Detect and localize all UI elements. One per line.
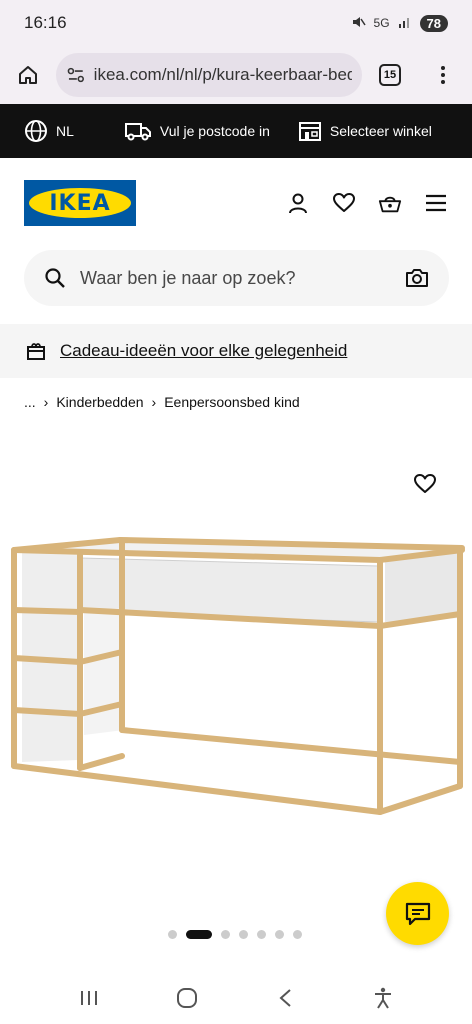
carousel-dot[interactable]: [168, 930, 177, 939]
tabs-icon: 15: [379, 64, 401, 86]
status-time: 16:16: [24, 13, 67, 32]
system-back-button[interactable]: [265, 978, 305, 1018]
product-favorite-button[interactable]: [414, 474, 440, 500]
home-button[interactable]: [0, 46, 56, 104]
search-icon: [45, 268, 65, 288]
home-icon: [19, 66, 37, 84]
search-input[interactable]: [80, 267, 405, 289]
basket-icon: [378, 196, 402, 213]
promo-banner[interactable]: Cadeau-ideeën voor elke gelegenheid: [0, 324, 472, 378]
chat-button[interactable]: [386, 882, 449, 945]
breadcrumb-ellipsis[interactable]: ...: [24, 394, 36, 410]
carousel-dot-active[interactable]: [186, 930, 212, 939]
store-selector[interactable]: Selecteer winkel: [298, 120, 432, 142]
logo-text: IKEA: [49, 190, 111, 216]
status-indicators: 5G 78: [350, 14, 448, 33]
heart-icon: [333, 193, 355, 212]
mute-icon: [350, 14, 366, 33]
accessibility-icon: [375, 987, 391, 1009]
carousel-dot[interactable]: [257, 930, 266, 939]
address-bar[interactable]: ikea.com/nl/nl/p/kura-keerbaar-bed: [56, 53, 362, 97]
carousel-indicator: [168, 930, 302, 939]
breadcrumb: ... › Kinderbedden › Eenpersoonsbed kind: [24, 394, 300, 410]
hamburger-icon: [426, 194, 446, 212]
menu-button[interactable]: [424, 191, 448, 215]
logo-ellipse: IKEA: [29, 188, 131, 218]
site-header: IKEA: [0, 158, 472, 248]
browser-menu-button[interactable]: [418, 46, 468, 104]
system-home-button[interactable]: [167, 978, 207, 1018]
system-nav-bar: [0, 972, 472, 1024]
utility-bar: NL Vul je postcode in Selecteer winkel: [0, 104, 472, 158]
site-settings-icon[interactable]: [66, 65, 86, 85]
browser-toolbar: ikea.com/nl/nl/p/kura-keerbaar-bed 15: [0, 46, 472, 104]
more-vert-icon: [441, 66, 445, 84]
tabs-button[interactable]: 15: [362, 46, 418, 104]
globe-icon: [25, 120, 47, 142]
url-text[interactable]: ikea.com/nl/nl/p/kura-keerbaar-bed: [94, 65, 352, 85]
favorites-button[interactable]: [332, 191, 356, 215]
carousel-dot[interactable]: [293, 930, 302, 939]
search-bar[interactable]: [24, 250, 449, 306]
language-label: NL: [56, 123, 74, 139]
camera-icon[interactable]: [405, 268, 429, 288]
product-image[interactable]: [0, 530, 472, 830]
recents-button[interactable]: [69, 978, 109, 1018]
account-button[interactable]: [286, 191, 310, 215]
carousel-dot[interactable]: [221, 930, 230, 939]
chevron-right-icon: ›: [151, 394, 157, 410]
battery-indicator: 78: [419, 14, 448, 32]
status-bar: 16:16 5G 78: [0, 0, 472, 46]
postcode-label: Vul je postcode in: [159, 123, 270, 139]
recents-icon: [81, 991, 97, 1005]
network-label: 5G: [373, 16, 390, 30]
store-label: Selecteer winkel: [329, 123, 432, 139]
promo-link[interactable]: Cadeau-ideeën voor elke gelegenheid: [60, 341, 347, 361]
language-selector[interactable]: NL: [24, 119, 74, 143]
chat-icon: [405, 902, 430, 925]
gift-icon: [27, 343, 45, 360]
basket-button[interactable]: [378, 191, 402, 215]
postcode-selector[interactable]: Vul je postcode in: [124, 120, 270, 142]
signal-icon: [398, 15, 412, 32]
heart-icon: [414, 474, 436, 493]
carousel-dot[interactable]: [239, 930, 248, 939]
back-icon: [279, 989, 291, 1007]
truck-icon: [124, 123, 151, 141]
header-actions: [286, 191, 448, 215]
accessibility-button[interactable]: [363, 978, 403, 1018]
breadcrumb-item[interactable]: Kinderbedden: [56, 394, 143, 410]
chevron-right-icon: ›: [43, 394, 49, 410]
store-icon: [298, 122, 321, 141]
user-icon: [289, 193, 307, 214]
carousel-dot[interactable]: [275, 930, 284, 939]
ikea-logo[interactable]: IKEA: [24, 180, 136, 226]
breadcrumb-item[interactable]: Eenpersoonsbed kind: [164, 394, 299, 410]
home-circle-icon: [177, 988, 197, 1008]
